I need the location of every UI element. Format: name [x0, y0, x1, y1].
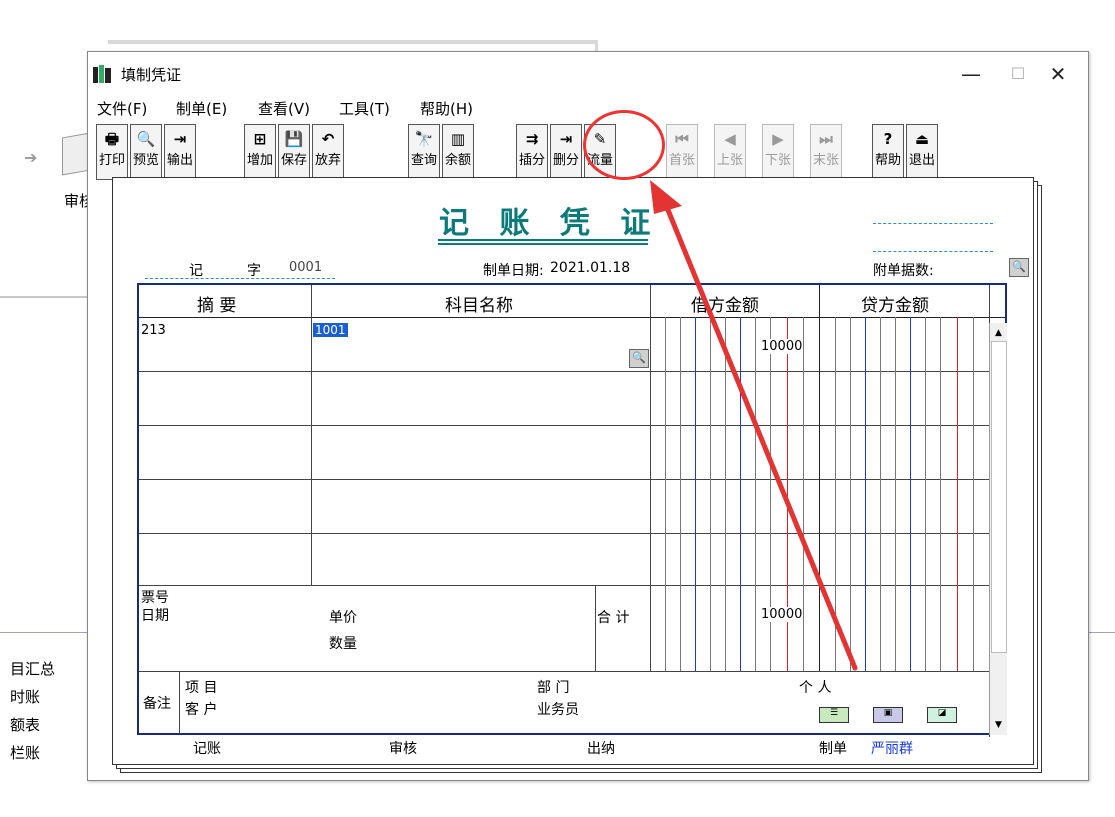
- annotation-arrow: [650, 180, 858, 671]
